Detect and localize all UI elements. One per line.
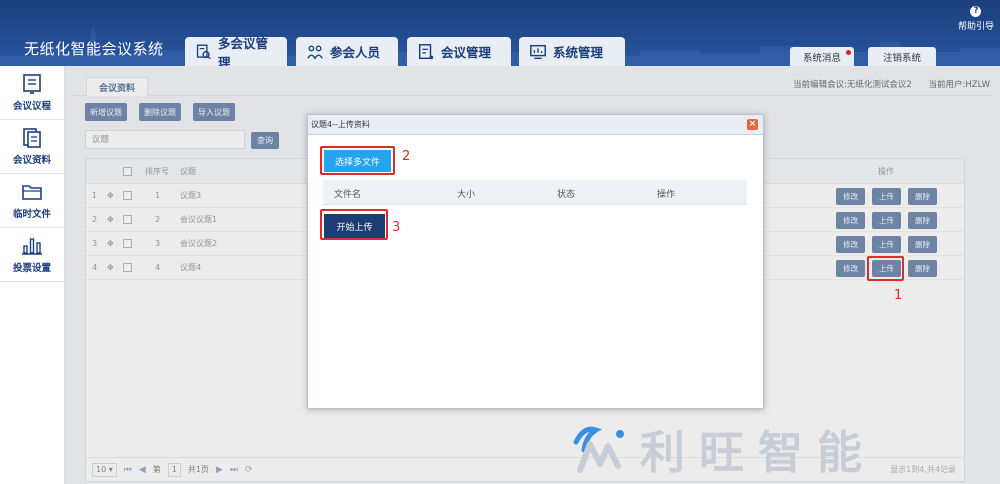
brand-logo-icon [573,426,624,473]
annotation-box-start [320,209,388,240]
dialog-title-bar: 议题4--上传资料 × [308,115,763,135]
sidebar-item-label: 临时文件 [12,209,51,220]
brand-watermark: 利旺智能 [572,418,877,479]
nav-tab-label: 系统管理 [553,45,604,60]
logout-label: 注销系统 [882,52,921,64]
watermark-text: 利旺智能 [640,425,877,479]
documents-icon [23,128,41,148]
sidebar-item-temp-files[interactable]: 临时文件 [0,174,64,228]
nav-tab-system-manage[interactable]: 系统管理 [519,37,625,66]
vote-chart-icon [22,238,42,255]
nav-tab-label: 参会人员 [330,45,381,60]
unread-indicator [846,50,851,55]
annotation-number-2: 2 [402,149,411,164]
sidebar-item-label: 会议资料 [12,155,51,166]
column-status: 状态 [557,190,576,200]
nav-tab-attendees[interactable]: 参会人员 [296,37,398,66]
sidebar-item-documents[interactable]: 会议资料 [0,120,64,174]
app-title: 无纸化智能会议系统 [24,40,164,58]
multi-meeting-icon [196,44,211,59]
column-size: 大小 [457,190,476,200]
column-ops: 操作 [657,190,676,200]
nav-tab-label: 会议管理 [441,45,492,60]
annotation-number-1: 1 [894,288,903,303]
annotation-number-3: 3 [392,220,401,235]
annotation-box-upload [867,256,904,281]
sidebar-item-label: 会议议程 [12,101,51,112]
sidebar-item-agenda[interactable]: 会议议程 [0,66,64,120]
sidebar-item-label: 投票设置 [12,263,51,274]
attendees-icon [307,44,323,60]
sidebar: 会议议程 会议资料 临时文件 投票设置 [0,66,65,484]
annotation-box-choose [320,146,395,175]
file-list-header: 文件名 大小 状态 操作 [323,180,747,205]
sidebar-item-vote-settings[interactable]: 投票设置 [0,228,64,282]
nav-tab-meeting-manage[interactable]: 会议管理 [407,37,511,66]
dialog-title: 议题4--上传资料 [311,120,370,129]
meeting-manage-icon [418,43,434,59]
logout-button[interactable]: 注销系统 [868,47,936,66]
nav-tab-label: 多会议管理 [217,35,268,67]
question-icon: ? [970,6,982,17]
agenda-icon [23,74,41,94]
nav-tab-multi-meeting[interactable]: 多会议管理 [185,36,287,66]
close-icon[interactable]: × [747,119,758,130]
system-manage-icon [530,44,546,59]
top-header: 无纸化智能会议系统 多会议管理 参会人员 会议管理 系统管理 系统消息 注销系统… [0,0,1000,66]
help-guide-button[interactable]: ? 帮助引导 [958,6,994,32]
help-guide-label: 帮助引导 [957,22,994,32]
system-messages-label: 系统消息 [802,52,841,64]
system-messages-button[interactable]: 系统消息 [790,47,854,66]
folder-icon [22,185,42,200]
column-filename: 文件名 [334,190,362,200]
